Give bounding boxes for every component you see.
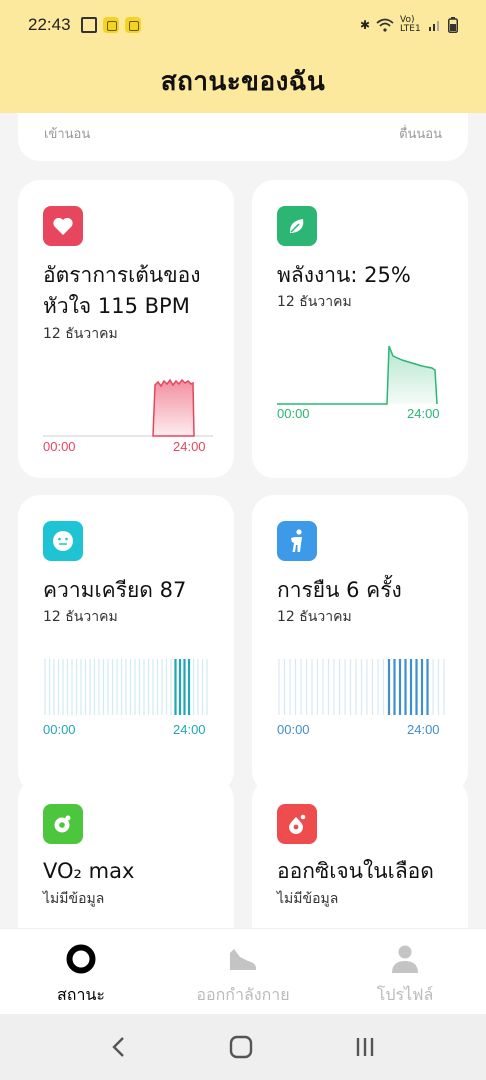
page-title: สถานะของฉัน <box>160 67 326 97</box>
heart-rate-card[interactable]: อัตราการเต้นของหัวใจ 115 BPM 12 ธันวาคม … <box>18 180 234 478</box>
bluetooth-icon: ✱ <box>359 18 370 32</box>
stand-x-end: 24:00 <box>407 722 440 737</box>
nav-workout[interactable]: ออกกำลังกาย <box>162 929 324 1014</box>
vo2-date: ไม่มีข้อมูล <box>43 891 105 907</box>
blood-drop-icon <box>277 804 317 844</box>
stand-x-start: 00:00 <box>277 722 310 737</box>
stand-card[interactable]: การยืน 6 ครั้ง 12 ธันวาคม 00:00 24:00 <box>252 495 468 793</box>
vo2-card[interactable]: VO₂ max ไม่มีข้อมูล <box>18 778 234 928</box>
heart-rate-x-start: 00:00 <box>43 439 76 454</box>
sleep-wake-label: ตื่นนอน <box>399 127 442 142</box>
heart-rate-title: อัตราการเต้นของหัวใจ 115 BPM <box>43 263 201 318</box>
app-notification-icon-2 <box>124 17 141 33</box>
energy-x-end: 24:00 <box>407 406 440 421</box>
stand-title: การยืน 6 ครั้ง <box>277 578 402 602</box>
standing-person-icon <box>277 521 317 561</box>
energy-chart <box>277 345 438 405</box>
nav-status[interactable]: สถานะ <box>0 929 162 1014</box>
app-header: สถานะของฉัน <box>0 50 486 113</box>
heart-icon <box>43 206 83 246</box>
energy-title: พลังงาน: 25% <box>277 263 411 287</box>
stand-date: 12 ธันวาคม <box>277 609 352 625</box>
stress-date: 12 ธันวาคม <box>43 609 118 625</box>
nav-profile-label: โปรไฟล์ <box>376 985 434 1004</box>
sleep-card[interactable]: เข้านอน ตื่นนอน <box>18 113 468 161</box>
face-icon <box>43 521 83 561</box>
vo2-icon <box>43 804 83 844</box>
heart-rate-chart <box>43 378 213 437</box>
status-ring-icon <box>66 944 96 974</box>
energy-x-start: 00:00 <box>277 406 310 421</box>
stress-x-end: 24:00 <box>173 722 206 737</box>
network-label: Vo) LTE1 <box>400 15 421 34</box>
gallery-notification-icon <box>80 17 97 33</box>
stand-chart <box>278 659 445 715</box>
energy-date: 12 ธันวาคม <box>277 294 352 310</box>
battery-icon <box>448 17 458 33</box>
system-navigation-bar <box>0 1014 486 1080</box>
nav-profile[interactable]: โปรไฟล์ <box>324 929 486 1014</box>
sleep-bedtime-label: เข้านอน <box>44 127 91 142</box>
heart-rate-date: 12 ธันวาคม <box>43 326 118 342</box>
shoe-icon <box>230 949 256 970</box>
wifi-icon <box>376 18 394 32</box>
signal-icon <box>429 21 439 31</box>
vo2-title: VO₂ max <box>43 859 135 883</box>
bottom-navigation: สถานะ ออกกำลังกาย โปรไฟล์ <box>0 928 486 1014</box>
heart-rate-x-end: 24:00 <box>173 439 206 454</box>
stress-card[interactable]: ความเครียด 87 12 ธันวาคม 00:00 24:00 <box>18 495 234 793</box>
spo2-date: ไม่มีข้อมูล <box>277 891 339 907</box>
status-time: 22:43 <box>28 15 71 34</box>
nav-status-label: สถานะ <box>57 985 105 1004</box>
stress-x-start: 00:00 <box>43 722 76 737</box>
leaf-icon <box>277 206 317 246</box>
spo2-title: ออกซิเจนในเลือด <box>277 859 434 883</box>
nav-workout-label: ออกกำลังกาย <box>196 985 290 1004</box>
home-icon[interactable] <box>228 1034 254 1060</box>
energy-card[interactable]: พลังงาน: 25% 12 ธันวาคม 00:00 24:00 <box>252 180 468 478</box>
profile-icon <box>392 945 418 973</box>
stress-chart <box>44 659 208 715</box>
status-bar: 22:43 ✱ Vo) LTE1 <box>0 0 486 50</box>
app-notification-icon <box>102 17 119 33</box>
stress-title: ความเครียด 87 <box>43 578 187 602</box>
back-icon[interactable] <box>109 1035 129 1059</box>
recents-icon[interactable] <box>353 1035 377 1059</box>
spo2-card[interactable]: ออกซิเจนในเลือด ไม่มีข้อมูล <box>252 778 468 928</box>
